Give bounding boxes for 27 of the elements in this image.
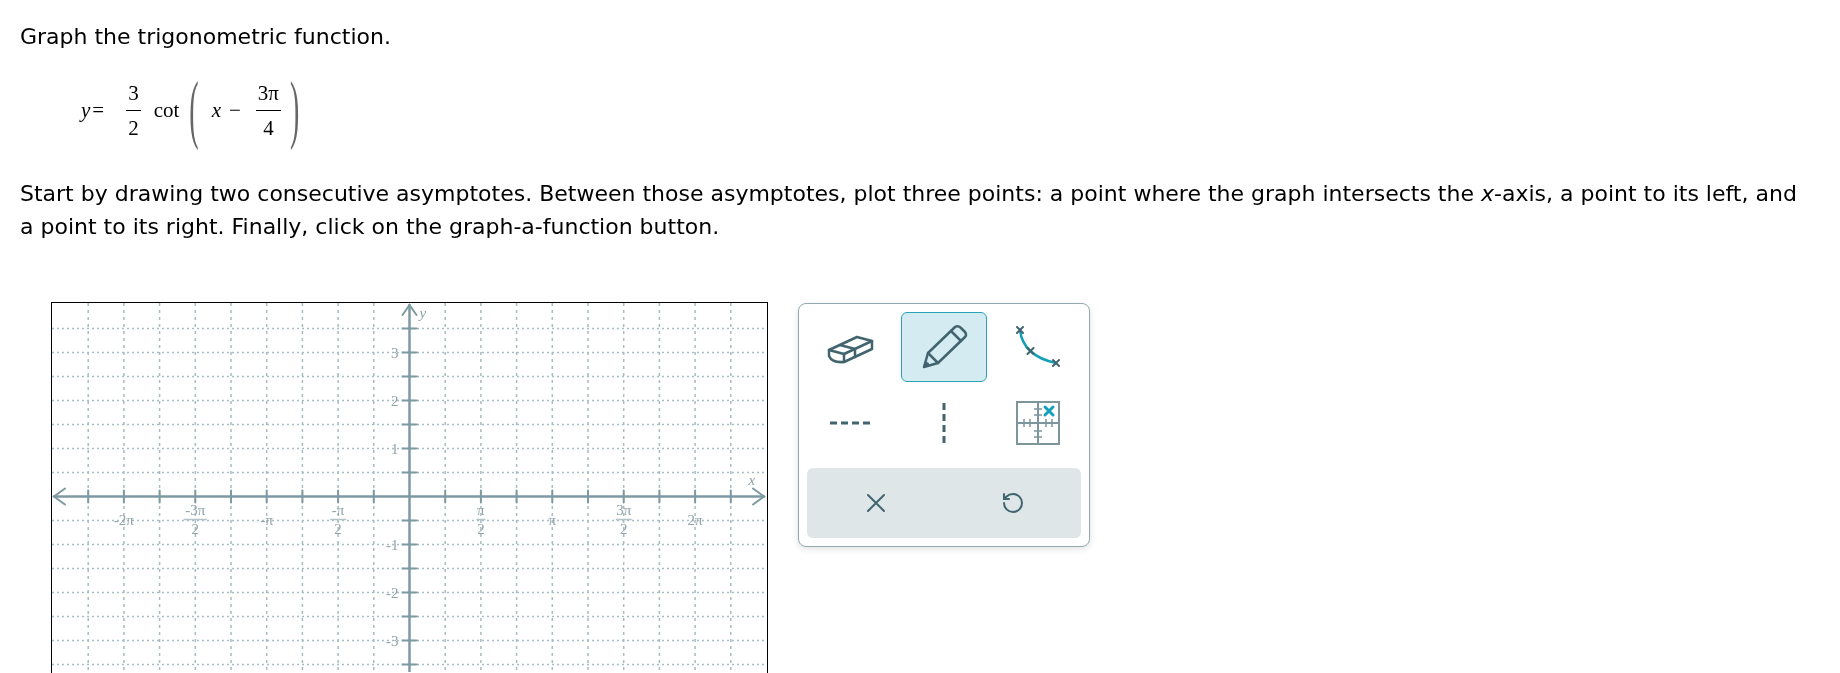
pencil-tool-button[interactable]: [901, 312, 987, 382]
dashed-horizontal-line-icon: [830, 421, 870, 425]
pencil-icon: [920, 324, 968, 370]
y-tick-label: -2: [386, 584, 399, 601]
y-axis-label: y: [419, 305, 427, 321]
y-tick-label: 3: [391, 344, 399, 361]
x-tick-label: -π: [260, 512, 273, 528]
x-tick-label: -2π: [113, 512, 134, 528]
x-tick-label: -3π 2: [183, 502, 208, 537]
y-tick-label: -1: [386, 536, 399, 553]
close-icon: [865, 493, 886, 513]
x-axis-label: x: [748, 471, 756, 488]
y-tick-label: 1: [391, 440, 399, 457]
x-tick-label: 2π: [687, 512, 703, 528]
x-tick-label: 3π 2: [614, 502, 633, 537]
y-tick-label: -3: [386, 632, 399, 649]
curve-with-points-icon: [1015, 325, 1061, 369]
x-tick-label: π: [548, 512, 557, 528]
x-tick-label: -π 2: [329, 502, 347, 537]
x-tick-label: π 2: [475, 502, 487, 537]
y-tick-label: 2: [391, 392, 399, 409]
instructions-text: Start by drawing two consecutive asymptotes. Between those asymptotes, plot three points: a point where the graph intersects the x-axis, a point to its left, and a point to its right. Finally, click on the graph-a-function button.: [20, 180, 1798, 241]
undo-icon: [1000, 491, 1025, 515]
dashed-vertical-line-icon: [942, 403, 946, 443]
grid-point-icon: [1016, 401, 1060, 445]
question-title: Graph the trigonometric function.: [20, 23, 391, 51]
graph-plane[interactable]: -2π -3π 2 -π -π 2 π 2 π 3π 2 2π 3 2 1 -1 -2 -3 y x: [51, 302, 768, 673]
